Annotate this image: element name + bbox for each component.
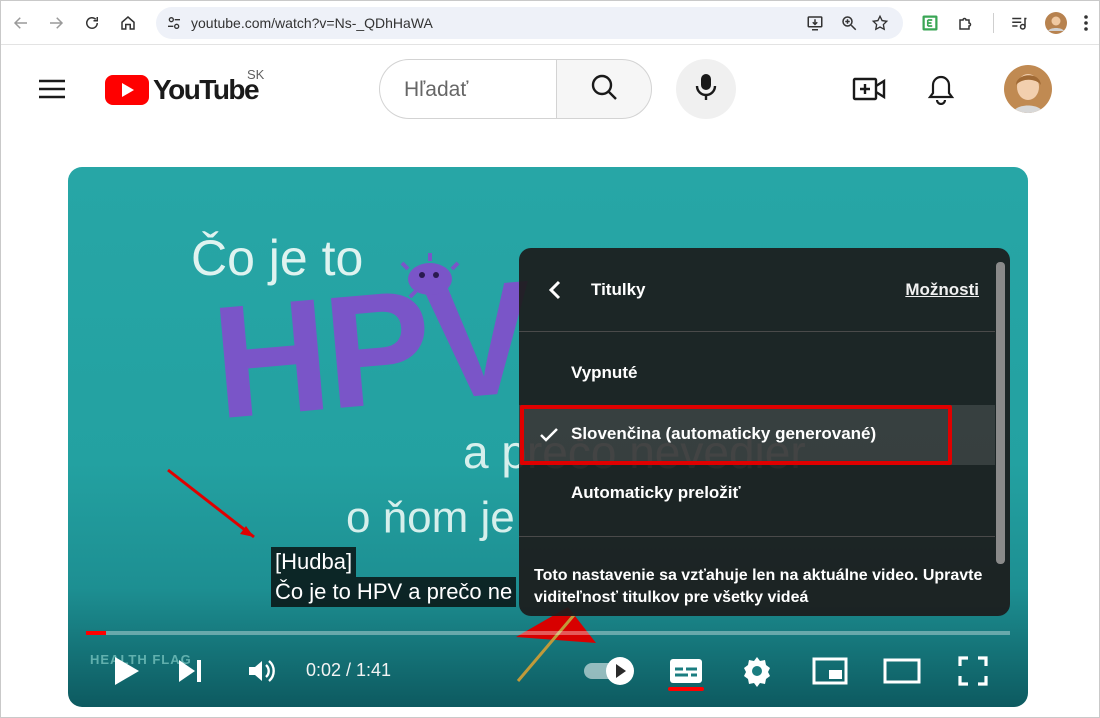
arrow-right-icon[interactable] xyxy=(44,11,68,35)
extension-e-icon[interactable] xyxy=(918,11,942,35)
fullscreen-icon[interactable] xyxy=(955,653,991,689)
video-player[interactable]: Čo je to HPV a prečo nevedier o ňom je [… xyxy=(68,167,1028,707)
voice-search-button[interactable] xyxy=(676,59,736,119)
bell-icon[interactable] xyxy=(923,71,959,107)
panel-note: Toto nastavenie sa vzťahuje len na aktuá… xyxy=(534,567,983,606)
profile-avatar[interactable] xyxy=(1044,11,1068,35)
annotation-highlight-box xyxy=(520,405,952,465)
arrow-left-icon[interactable] xyxy=(543,276,567,304)
autoplay-toggle-icon[interactable] xyxy=(581,653,639,689)
subtitle-option-auto-translate[interactable]: Automaticky preložiť xyxy=(519,464,995,524)
gear-icon[interactable] xyxy=(739,653,775,689)
caption-line-1: [Hudba] xyxy=(271,547,357,577)
browser-window: youtube.com/watch?v=Ns-_QDhHaWA YouTube … xyxy=(0,0,1100,718)
subtitle-option-label: Automaticky preložiť xyxy=(571,483,741,502)
subtitles-active-indicator xyxy=(668,687,704,691)
volume-icon[interactable] xyxy=(243,653,279,689)
panel-footer: Toto nastavenie sa vzťahuje len na aktuá… xyxy=(519,536,995,616)
caption-window[interactable]: [Hudba] Čo je to HPV a prečo ne xyxy=(271,547,517,607)
search-icon xyxy=(589,72,619,107)
panel-title: Titulky xyxy=(591,280,646,299)
options-link[interactable]: Možnosti xyxy=(905,280,979,300)
miniplayer-icon[interactable] xyxy=(810,653,850,689)
zoom-icon[interactable] xyxy=(840,14,858,37)
search-button[interactable] xyxy=(556,59,652,119)
virus-icon xyxy=(398,251,462,306)
subtitles-icon[interactable] xyxy=(666,653,706,689)
time-display: 0:02 / 1:41 xyxy=(306,660,392,680)
video-title-hpv: HPV xyxy=(206,246,538,453)
play-icon[interactable] xyxy=(106,653,146,689)
panel-header: Titulky Možnosti xyxy=(519,248,995,332)
toolbar-divider xyxy=(993,13,994,33)
tune-icon[interactable] xyxy=(166,15,182,36)
country-code: SK xyxy=(247,67,265,82)
microphone-icon xyxy=(694,72,718,107)
theater-mode-icon[interactable] xyxy=(880,653,924,689)
install-icon[interactable] xyxy=(806,14,824,37)
hamburger-menu-icon[interactable] xyxy=(37,77,67,106)
puzzle-icon[interactable] xyxy=(954,11,978,35)
address-bar[interactable]: youtube.com/watch?v=Ns-_QDhHaWA xyxy=(156,7,903,39)
panel-scrollbar[interactable] xyxy=(996,262,1005,564)
caption-line-2: Čo je to HPV a prečo ne xyxy=(271,577,517,607)
subtitle-option-label: Vypnuté xyxy=(571,363,638,382)
url-text[interactable]: youtube.com/watch?v=Ns-_QDhHaWA xyxy=(191,15,433,31)
video-title-line-3: o ňom je xyxy=(346,493,515,542)
create-video-icon[interactable] xyxy=(851,71,887,107)
star-icon[interactable] xyxy=(871,14,889,37)
progress-bar[interactable] xyxy=(86,631,1010,635)
reload-icon[interactable] xyxy=(80,11,104,35)
home-icon[interactable] xyxy=(116,11,140,35)
kebab-menu-icon[interactable] xyxy=(1079,11,1093,35)
browser-toolbar: youtube.com/watch?v=Ns-_QDhHaWA xyxy=(1,1,1099,45)
account-avatar[interactable] xyxy=(1004,65,1052,113)
skip-next-icon[interactable] xyxy=(172,653,208,689)
arrow-left-icon[interactable] xyxy=(9,11,33,35)
search-box[interactable] xyxy=(379,59,557,119)
youtube-logo-text[interactable]: YouTube xyxy=(153,74,260,106)
media-control-icon[interactable] xyxy=(1007,11,1031,35)
progress-played xyxy=(86,631,106,635)
subtitle-option-off[interactable]: Vypnuté xyxy=(519,344,995,404)
youtube-logo-icon[interactable] xyxy=(105,75,149,110)
search-input[interactable] xyxy=(404,78,544,102)
